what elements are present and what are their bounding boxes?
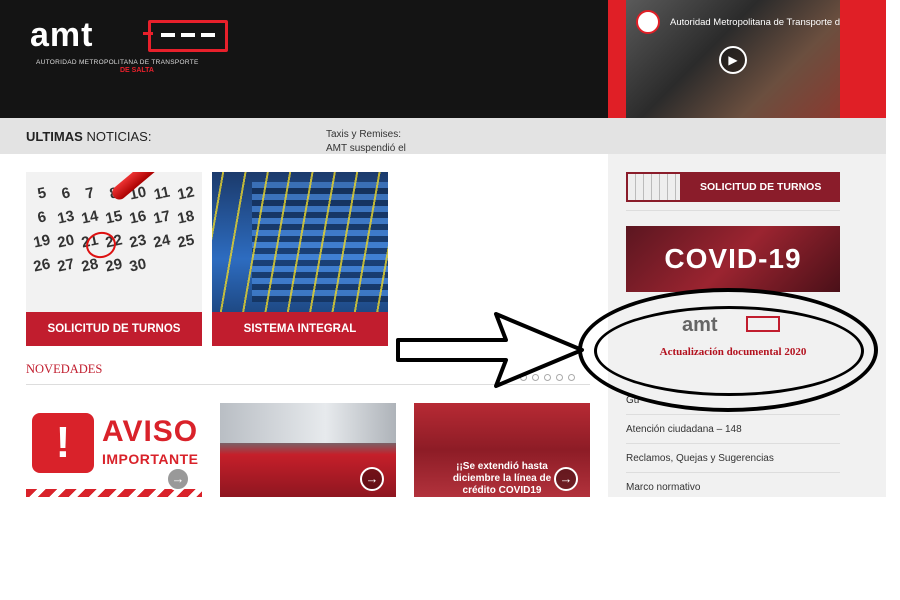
banner-label: SOLICITUD DE TURNOS [700, 181, 822, 193]
news-ticker-item[interactable]: Taxis y Remises: AMT suspendió el [326, 128, 446, 156]
sidebar-banner-covid[interactable]: COVID-19 [626, 226, 840, 292]
card-caption[interactable]: SOLICITUD DE TURNOS [26, 312, 202, 346]
news-ticker-label: ULTIMAS NOTICIAS: [26, 129, 151, 144]
aviso-subtitle: IMPORTANTE [102, 451, 199, 467]
sidebar-link[interactable]: Reclamos, Quejas y Sugerencias [626, 444, 840, 473]
divider [626, 210, 840, 211]
news-label-bold: ULTIMAS [26, 129, 83, 144]
calendar-image: 5678101112613141516171819202122232425262… [26, 172, 202, 312]
arrow-right-icon[interactable]: → [166, 467, 190, 491]
header: amt AUTORIDAD METROPOLITANA DE TRANSPORT… [0, 0, 608, 118]
arrow-right-icon[interactable]: → [554, 467, 578, 491]
card-caption[interactable]: SISTEMA INTEGRAL [212, 312, 388, 346]
news-ticker-bar: ULTIMAS NOTICIAS: Taxis y Remises: AMT s… [0, 118, 886, 154]
logo-wordmark: amt [30, 16, 94, 54]
sidebar-link[interactable]: Marco normativo [626, 473, 840, 497]
main-content: 5678101112613141516171819202122232425262… [0, 154, 608, 497]
amt-logo[interactable]: amt AUTORIDAD METROPOLITANA DE TRANSPORT… [30, 14, 228, 74]
taxi-photo [220, 403, 396, 443]
video-panel: Autoridad Metropolitana de Transporte de… [608, 0, 886, 118]
news-thumb-credito[interactable]: ¡¡Se extendió hasta diciembre la línea d… [414, 403, 590, 497]
play-icon[interactable]: ▶ [719, 46, 747, 74]
calendar-day: 25 [175, 231, 196, 252]
logo-subtitle: AUTORIDAD METROPOLITANA DE TRANSPORTE [36, 59, 199, 66]
credito-message: ¡¡Se extendió hasta diciembre la línea d… [452, 461, 552, 496]
exclamation-icon: ! [32, 413, 94, 473]
logo-subtitle-city: DE SALTA [120, 67, 154, 74]
calendar-day: 18 [175, 207, 196, 228]
calendar-icon [628, 174, 680, 200]
card-solicitud-turnos[interactable]: 5678101112613141516171819202122232425262… [26, 172, 202, 346]
logo-mark-icon [143, 20, 228, 52]
news-label-rest: NOTICIAS: [86, 129, 152, 144]
network-cables-image [212, 172, 388, 312]
channel-avatar[interactable] [636, 10, 660, 34]
sidebar-link[interactable]: Atención ciudadana – 148 [626, 415, 840, 444]
calendar-day: 30 [127, 255, 148, 276]
news-thumb-aviso[interactable]: ! AVISO IMPORTANTE → [26, 403, 202, 497]
annotation-ellipse-inner [594, 306, 864, 396]
card-sistema-integral[interactable]: SISTEMA INTEGRAL [212, 172, 388, 346]
page: amt AUTORIDAD METROPOLITANA DE TRANSPORT… [0, 0, 886, 497]
news-thumb-taxi[interactable]: → [220, 403, 396, 497]
covid-label: COVID-19 [664, 243, 802, 274]
video-embed[interactable]: Autoridad Metropolitana de Transporte de… [626, 0, 840, 118]
aviso-title: AVISO [102, 415, 199, 448]
video-title[interactable]: Autoridad Metropolitana de Transporte de [670, 17, 840, 28]
ticker-line-1: Taxis y Remises: [326, 129, 402, 140]
calendar-day: 12 [175, 183, 196, 204]
annotation-arrow-icon [396, 312, 584, 388]
novedades-heading: NOVEDADES [26, 362, 103, 376]
arrow-right-icon[interactable]: → [360, 467, 384, 491]
sidebar-banner-turnos[interactable]: SOLICITUD DE TURNOS [626, 172, 840, 202]
